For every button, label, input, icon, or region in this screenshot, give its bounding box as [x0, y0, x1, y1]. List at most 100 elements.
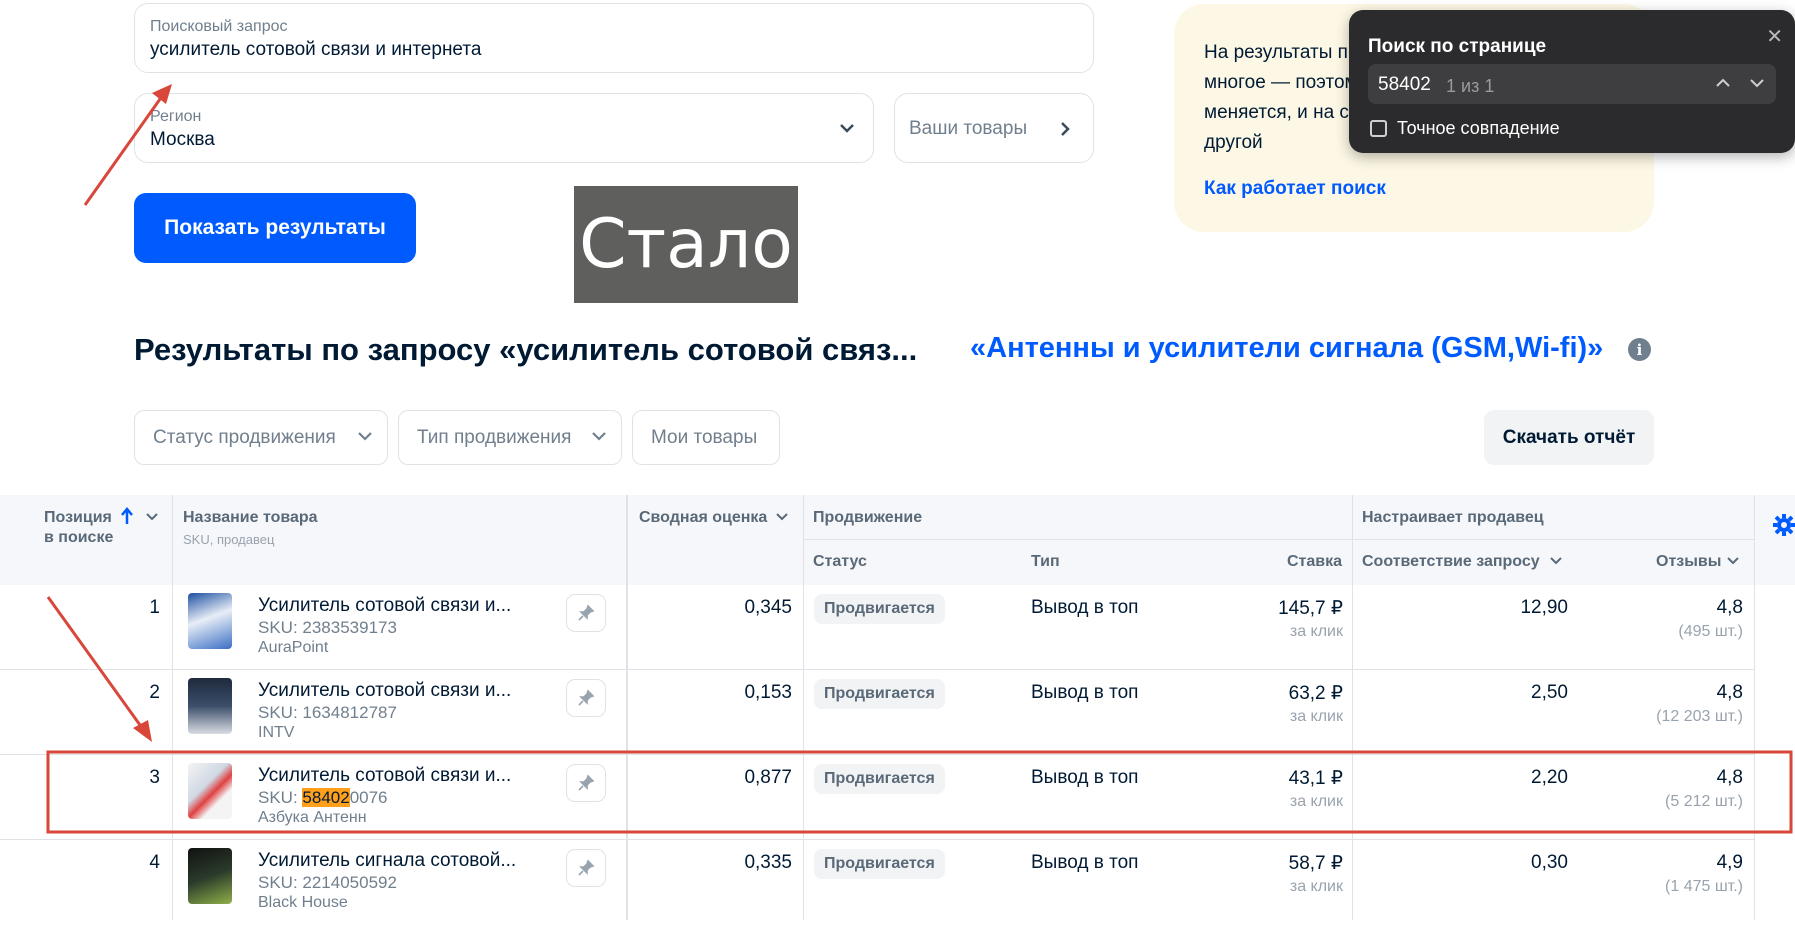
chevron-down-icon[interactable] — [146, 512, 158, 521]
header-product-name: Название товара — [183, 509, 318, 526]
your-goods-button[interactable]: Ваши товары — [894, 93, 1094, 163]
promotion-type: Вывод в топ — [1031, 597, 1139, 618]
annotation-label: Стало — [574, 186, 798, 303]
product-name[interactable]: Усилитель сигнала сотовой... — [258, 850, 516, 872]
header-position[interactable]: Позиция — [44, 509, 112, 527]
pin-button[interactable] — [566, 594, 606, 632]
divider — [803, 539, 1755, 540]
pin-icon — [578, 859, 595, 876]
product-seller: Black House — [258, 894, 348, 911]
download-report-button[interactable]: Скачать отчёт — [1484, 410, 1654, 465]
filter-my-goods[interactable]: Мои товары — [632, 410, 780, 465]
chevron-down-icon — [358, 432, 372, 441]
score-value: 0,345 — [744, 597, 792, 618]
product-thumbnail[interactable] — [188, 593, 232, 649]
promotion-type: Вывод в топ — [1031, 852, 1139, 873]
chevron-right-icon — [1061, 122, 1070, 136]
chevron-down-icon[interactable] — [1550, 556, 1562, 565]
product-name[interactable]: Усилитель сотовой связи и... — [258, 765, 511, 787]
chevron-down-icon — [840, 124, 854, 133]
pin-button[interactable] — [566, 849, 606, 887]
how-search-works-link[interactable]: Как работает поиск — [1204, 178, 1386, 200]
product-name[interactable]: Усилитель сотовой связи и... — [258, 595, 511, 617]
product-name[interactable]: Усилитель сотовой связи и... — [258, 680, 511, 702]
header-bid: Ставка — [1287, 553, 1343, 570]
relevance-value: 12,90 — [1520, 597, 1568, 618]
info-icon[interactable]: i — [1628, 338, 1651, 361]
table-row[interactable]: 1 Усилитель сотовой связи и... SKU: 2383… — [0, 585, 1755, 670]
table-row[interactable]: 4 Усилитель сигнала сотовой... SKU: 2214… — [0, 840, 1755, 925]
bid-unit: за клик — [1289, 878, 1343, 895]
header-position-2: в поиске — [44, 529, 114, 546]
product-sku: SKU: 2214050592 — [258, 873, 397, 892]
your-goods-label: Ваши товары — [909, 118, 1028, 139]
pin-icon — [578, 604, 595, 621]
chevron-down-icon[interactable] — [1750, 76, 1764, 90]
table-header: Позиция в поиске Название товара SKU, пр… — [0, 495, 1795, 585]
header-status: Статус — [813, 553, 867, 570]
rating-value: 4,8 — [1716, 682, 1743, 703]
region-value: Москва — [150, 129, 215, 150]
product-sku: SKU: 2383539173 — [258, 618, 397, 637]
region-select[interactable]: Регион Москва — [134, 93, 874, 163]
find-bar-title: Поиск по странице — [1368, 36, 1547, 57]
pin-icon — [578, 689, 595, 706]
exact-match-checkbox[interactable] — [1370, 120, 1387, 137]
bid-value: 58,7 ₽ — [1288, 853, 1343, 874]
sku-prefix: SKU: — [258, 788, 303, 807]
score-value: 0,153 — [744, 682, 792, 703]
rating-value: 4,8 — [1716, 597, 1743, 618]
chevron-down-icon[interactable] — [776, 512, 788, 521]
pin-icon — [578, 774, 595, 791]
chevron-down-icon — [592, 432, 606, 441]
sort-arrow-up-icon[interactable] — [120, 507, 134, 525]
header-product-sub: SKU, продавец — [183, 532, 275, 547]
promotion-type: Вывод в топ — [1031, 767, 1139, 788]
rating-value: 4,8 — [1716, 767, 1743, 788]
show-results-button[interactable]: Показать результаты — [134, 193, 416, 263]
product-thumbnail[interactable] — [188, 678, 232, 734]
chevron-down-icon[interactable] — [1727, 556, 1739, 565]
table-row[interactable]: 2 Усилитель сотовой связи и... SKU: 1634… — [0, 670, 1755, 755]
header-reviews[interactable]: Отзывы — [1656, 553, 1721, 571]
bid-unit: за клик — [1289, 623, 1343, 640]
table-row[interactable]: 3 Усилитель сотовой связи и... SKU: 5840… — [0, 755, 1755, 840]
filter-promotion-type[interactable]: Тип продвижения — [398, 410, 622, 465]
gear-icon[interactable] — [1772, 513, 1795, 537]
product-sku: SKU: 1634812787 — [258, 703, 397, 722]
results-title: Результаты по запросу «усилитель сотовой… — [134, 332, 918, 367]
bid-value: 63,2 ₽ — [1288, 683, 1343, 704]
search-query-field[interactable]: Поисковый запрос усилитель сотовой связи… — [134, 3, 1094, 73]
header-relevance[interactable]: Соответствие запросу — [1362, 553, 1540, 571]
status-badge: Продвигается — [814, 764, 945, 794]
relevance-value: 2,50 — [1531, 682, 1568, 703]
header-seller-setup: Настраивает продавец — [1362, 509, 1544, 526]
filter-promotion-status[interactable]: Статус продвижения — [134, 410, 388, 465]
bid-unit: за клик — [1289, 793, 1343, 810]
header-score[interactable]: Сводная оценка — [639, 509, 767, 527]
status-badge: Продвигается — [814, 594, 945, 624]
filter-label: Статус продвижения — [153, 426, 336, 448]
reviews-count: (1 475 шт.) — [1665, 878, 1743, 895]
results-category-link[interactable]: «Антенны и усилители сигнала (GSM,Wi-fi)… — [970, 332, 1603, 365]
status-badge: Продвигается — [814, 679, 945, 709]
rating-value: 4,9 — [1716, 852, 1743, 873]
promotion-type: Вывод в топ — [1031, 682, 1139, 703]
close-icon[interactable]: ✕ — [1766, 24, 1783, 49]
find-query: 58402 — [1378, 74, 1431, 95]
score-value: 0,877 — [744, 767, 792, 788]
pin-button[interactable] — [566, 679, 606, 717]
row-position: 3 — [149, 767, 160, 788]
row-position: 2 — [149, 682, 160, 703]
reviews-count: (495 шт.) — [1678, 623, 1743, 640]
search-query-label: Поисковый запрос — [150, 18, 288, 35]
pin-button[interactable] — [566, 764, 606, 802]
header-promotion: Продвижение — [813, 509, 923, 526]
product-thumbnail[interactable] — [188, 763, 232, 819]
chevron-up-icon[interactable] — [1716, 76, 1730, 90]
product-thumbnail[interactable] — [188, 848, 232, 904]
find-input[interactable]: 58402 1 из 1 — [1368, 64, 1776, 104]
product-sku: SKU: 584020076 — [258, 788, 388, 808]
find-in-page-bar: Поиск по странице ✕ 58402 1 из 1 Точное … — [1349, 10, 1795, 153]
score-value: 0,335 — [744, 852, 792, 873]
